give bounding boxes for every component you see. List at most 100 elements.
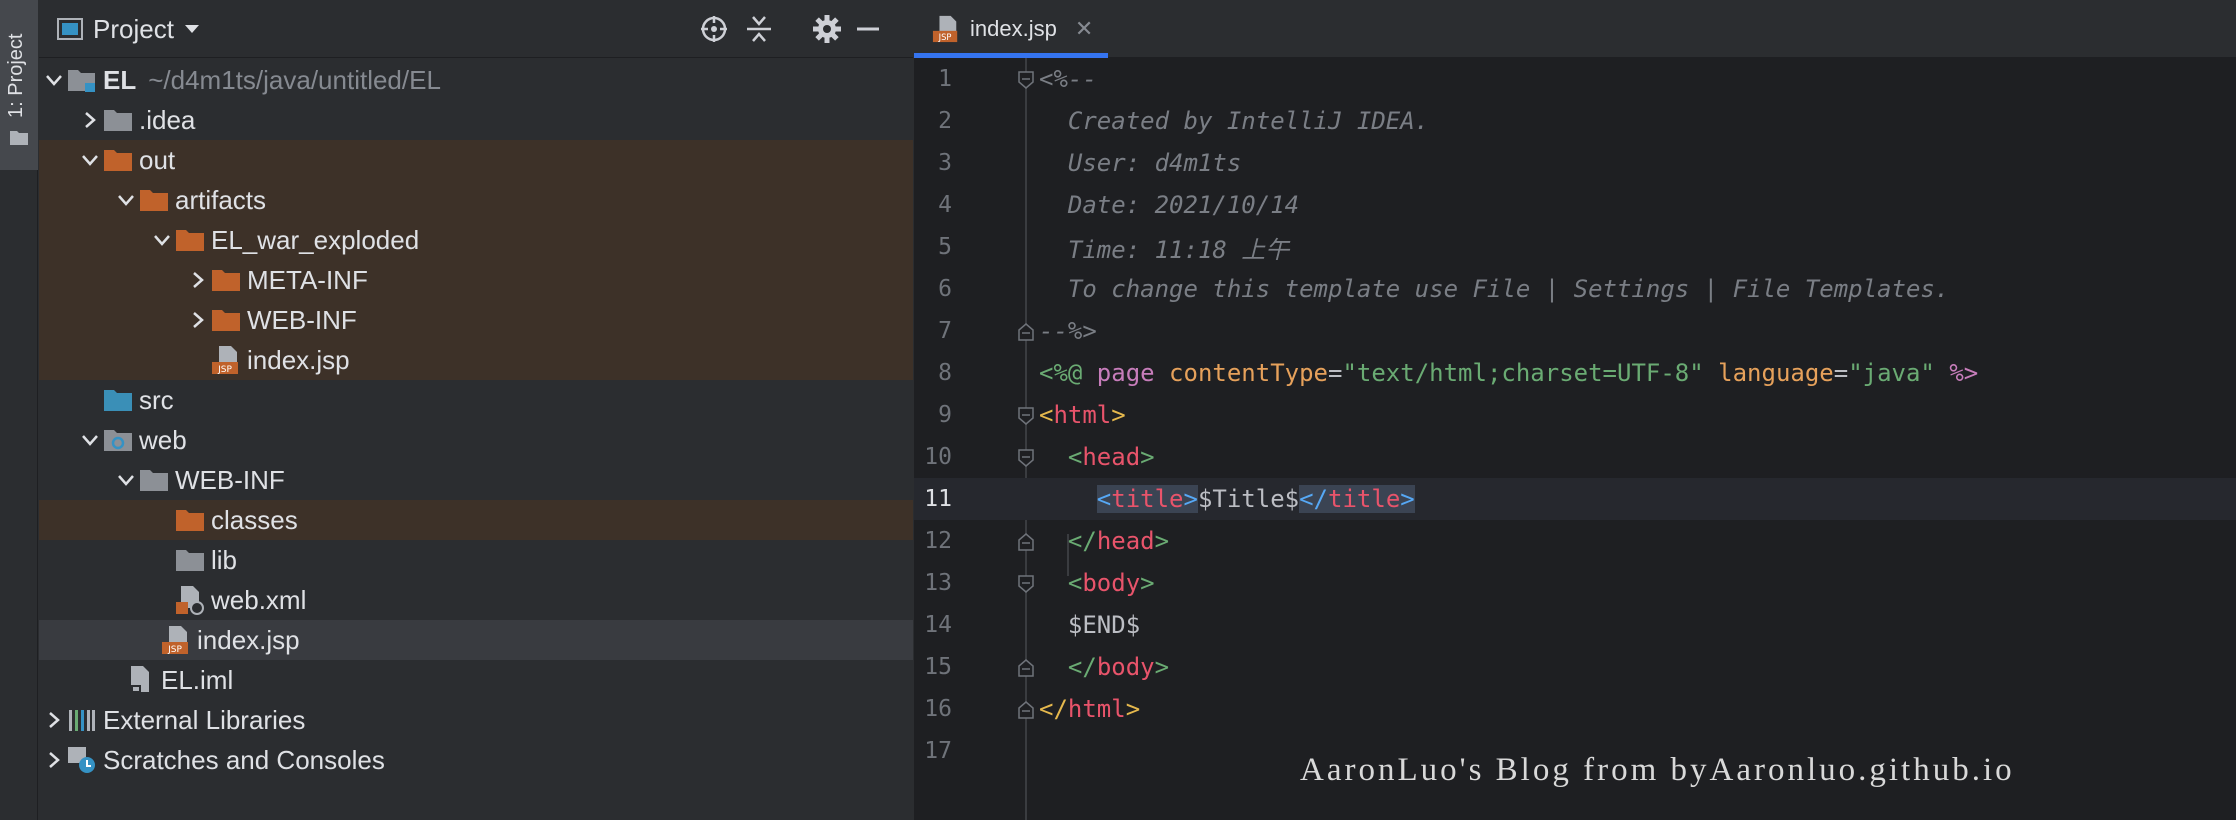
jsp-keyword: page — [1096, 359, 1155, 387]
line-number: 8 — [938, 360, 952, 386]
tree-item-external-libraries[interactable]: External Libraries — [39, 700, 913, 740]
jsp-directive-open: <%@ — [1039, 359, 1097, 387]
close-icon[interactable]: ✕ — [1075, 16, 1093, 42]
chevron-down-icon[interactable] — [113, 460, 139, 500]
tool-window-stripe: 1: Project — [0, 0, 38, 820]
line-number: 17 — [924, 738, 952, 764]
tree-item-web-inf[interactable]: WEB-INF — [39, 460, 913, 500]
chevron-down-icon[interactable] — [149, 220, 175, 260]
project-tool-window-label: 1: Project — [5, 33, 27, 118]
editor-panel: JSP index.jsp ✕ 1 <%-- 2 Created by Inte… — [914, 0, 2236, 820]
code-text: </html> — [1039, 695, 1140, 723]
line-number: 5 — [938, 234, 952, 260]
tree-item-label: lib — [211, 544, 238, 575]
line-number: 15 — [924, 654, 952, 680]
chevron-down-icon[interactable] — [113, 180, 139, 220]
tab-label: index.jsp — [970, 16, 1057, 41]
fold-end-icon[interactable] — [1017, 323, 1035, 341]
fold-open-icon[interactable] — [1017, 71, 1035, 89]
chevron-down-icon[interactable] — [41, 60, 67, 100]
tree-item-label: index.jsp — [247, 344, 350, 375]
line-number: 13 — [924, 570, 952, 596]
tree-item-label: EL.iml — [161, 664, 234, 695]
tree-item-label: index.jsp — [197, 624, 300, 655]
tree-item-el-war-exploded[interactable]: EL_war_exploded — [39, 220, 913, 260]
folder-icon — [10, 131, 28, 145]
tree-item-idea[interactable]: .idea — [39, 100, 913, 140]
template-variable: $END$ — [1067, 611, 1141, 639]
fold-open-icon[interactable] — [1017, 575, 1035, 593]
tag-bracket: < — [1067, 569, 1083, 597]
line-number: 4 — [938, 192, 952, 218]
code-text: To change this template use File | Setti… — [1039, 275, 1950, 303]
project-tree: EL ~/d4m1ts/java/untitled/EL .idea out a… — [39, 60, 913, 780]
chevron-right-icon[interactable] — [41, 740, 67, 780]
tag-name: head — [1096, 527, 1155, 555]
svg-text:JSP: JSP — [217, 365, 232, 375]
tree-item-label: artifacts — [175, 184, 267, 215]
tree-item-out[interactable]: out — [39, 140, 913, 180]
module-folder-icon — [67, 60, 103, 100]
chevron-right-icon[interactable] — [185, 300, 211, 340]
line-number: 1 — [938, 66, 952, 92]
fold-end-icon[interactable] — [1017, 701, 1035, 719]
chevron-down-icon[interactable] — [77, 140, 103, 180]
code-text: <%-- — [1039, 65, 1097, 93]
attr-name: language — [1718, 359, 1834, 387]
tag-bracket: </ — [1299, 485, 1329, 513]
tree-item-label: out — [139, 144, 176, 175]
tree-item-classes[interactable]: classes — [39, 500, 913, 540]
tag-bracket: > — [1140, 443, 1155, 471]
tree-item-label: WEB-INF — [247, 304, 357, 335]
code-line: 1 <%-- — [914, 58, 2236, 100]
chevron-right-icon[interactable] — [77, 100, 103, 140]
line-number: 14 — [924, 612, 952, 638]
tree-item-web[interactable]: web — [39, 420, 913, 460]
code-text: Created by IntelliJ IDEA. — [1039, 107, 1430, 135]
code-text: Date: 2021/10/14 — [1039, 191, 1300, 219]
tree-item-label: src — [139, 384, 174, 415]
tree-item-artifacts[interactable]: artifacts — [39, 180, 913, 220]
tree-item-index-jsp[interactable]: JSP index.jsp — [39, 620, 913, 660]
fold-end-icon[interactable] — [1017, 659, 1035, 677]
chevron-down-icon — [184, 25, 199, 33]
tree-item-src[interactable]: src — [39, 380, 913, 420]
chevron-down-icon[interactable] — [77, 420, 103, 460]
project-panel: Project EL ~/d4m1ts/java/untitled/EL .id… — [39, 0, 913, 820]
module-file-icon — [125, 660, 161, 700]
gear-icon[interactable] — [810, 12, 844, 46]
collapse-all-icon[interactable] — [742, 12, 776, 46]
code-text: <%@ page contentType="text/html;charset=… — [1039, 359, 1978, 387]
fold-open-icon[interactable] — [1017, 407, 1035, 425]
code-editor[interactable]: 1 <%-- 2 Created by IntelliJ IDEA. 3 Use… — [914, 58, 2236, 820]
code-line: 12 </head> — [914, 520, 2236, 562]
fold-end-icon[interactable] — [1017, 533, 1035, 551]
tree-item-lib[interactable]: lib — [39, 540, 913, 580]
tree-item-web-xml[interactable]: web.xml — [39, 580, 913, 620]
tab-index-jsp[interactable]: JSP index.jsp ✕ — [914, 0, 1108, 58]
project-panel-header: Project — [39, 0, 913, 58]
project-view-selector[interactable]: Project — [57, 12, 200, 46]
tree-item-el-root[interactable]: EL ~/d4m1ts/java/untitled/EL — [39, 60, 913, 100]
minimize-icon[interactable] — [851, 12, 885, 46]
chevron-right-icon[interactable] — [185, 260, 211, 300]
tree-item-el-iml[interactable]: EL.iml — [39, 660, 913, 700]
attr-name: contentType — [1169, 359, 1328, 387]
svg-text:JSP: JSP — [938, 32, 952, 42]
project-tool-window-button[interactable]: 1: Project — [0, 0, 38, 170]
jsp-file-icon: JSP — [932, 15, 958, 42]
code-text: Time: 11:18 上午 — [1039, 235, 1290, 264]
tree-item-scratches-and-consoles[interactable]: Scratches and Consoles — [39, 740, 913, 780]
fold-open-icon[interactable] — [1017, 449, 1035, 467]
locate-icon[interactable] — [697, 12, 731, 46]
line-number: 12 — [924, 528, 952, 554]
tree-item-index-jsp[interactable]: JSP index.jsp — [39, 340, 913, 380]
tag-name: html — [1067, 695, 1126, 723]
tree-item-meta-inf[interactable]: META-INF — [39, 260, 913, 300]
code-line: 3 User: d4m1ts — [914, 142, 2236, 184]
jsp-file-icon: JSP — [211, 340, 247, 380]
watermark-text: AaronLuo's Blog from byAaronluo.github.i… — [1300, 752, 2015, 788]
chevron-right-icon[interactable] — [41, 700, 67, 740]
tree-item-web-inf[interactable]: WEB-INF — [39, 300, 913, 340]
jsp-directive-close: %> — [1949, 359, 1979, 387]
